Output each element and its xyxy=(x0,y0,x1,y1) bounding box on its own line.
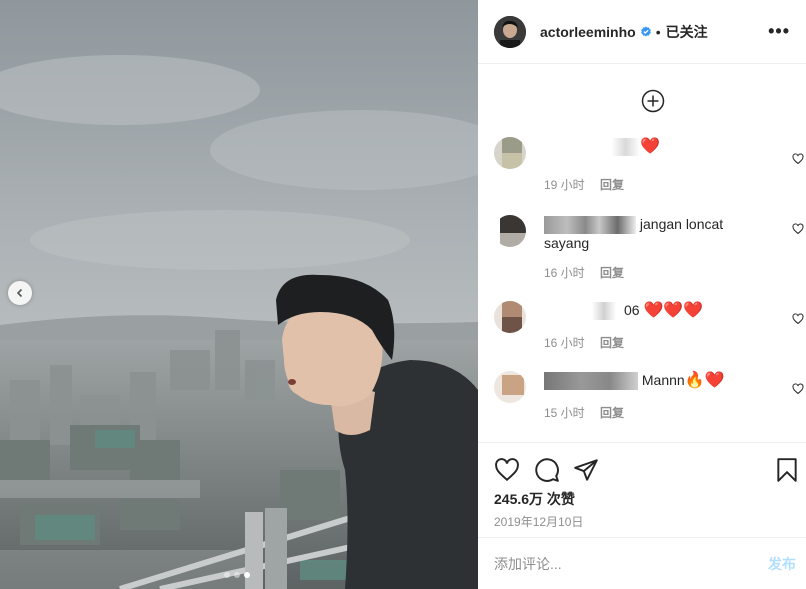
commenter-avatar[interactable] xyxy=(494,137,526,169)
comments-list: ❤️ 19 小时 回复 jangan loncat sayang 16 小时 回… xyxy=(478,65,806,442)
comment-like-icon[interactable] xyxy=(792,383,804,395)
verified-icon xyxy=(640,26,652,38)
comment-emoji: 🔥❤️ xyxy=(684,372,725,389)
commenter-avatar[interactable] xyxy=(494,301,526,333)
add-comment-bar: 发布 xyxy=(478,537,806,589)
carousel-prev-button[interactable] xyxy=(8,281,32,305)
comment-input[interactable] xyxy=(494,555,768,572)
comment-item: jangan loncat sayang 16 小时 回复 xyxy=(494,215,804,295)
commenter-avatar[interactable] xyxy=(494,215,526,247)
comment-text: Mannn🔥❤️ xyxy=(544,371,764,391)
comment-like-icon[interactable] xyxy=(792,313,804,325)
post-photo[interactable] xyxy=(0,0,478,589)
comment-time: 15 小时 xyxy=(544,406,585,420)
carousel-indicator xyxy=(224,572,250,578)
comment-meta: 16 小时 回复 xyxy=(544,264,636,281)
comment-body-text: Mannn xyxy=(641,372,685,388)
comment-meta: 15 小时 回复 xyxy=(544,404,636,421)
reply-button[interactable]: 回复 xyxy=(600,266,624,280)
redacted-username xyxy=(544,372,638,391)
comment-body-text-line2: sayang xyxy=(544,235,590,252)
photo-image xyxy=(0,0,478,589)
comment-text: jangan loncat sayang xyxy=(544,215,764,252)
chevron-left-icon xyxy=(16,288,23,298)
comment-item: Mannn🔥❤️ 15 小时 回复 xyxy=(494,371,804,431)
comment-item: 06 ❤️❤️❤️ 16 小时 回复 xyxy=(494,301,804,361)
redacted-username xyxy=(544,216,636,235)
post-comment-button[interactable]: 发布 xyxy=(768,554,796,574)
comment-text: ❤️ xyxy=(544,137,764,157)
comment-time: 16 小时 xyxy=(544,266,585,280)
comment-time: 19 小时 xyxy=(544,178,585,192)
carousel-dot-active xyxy=(244,572,250,578)
comment-item: ❤️ 19 小时 回复 xyxy=(494,137,804,197)
reply-button[interactable]: 回复 xyxy=(600,406,624,420)
author-username[interactable]: actorleeminho xyxy=(540,24,636,40)
commenter-avatar[interactable] xyxy=(494,371,526,403)
comment-text: 06 ❤️❤️❤️ xyxy=(544,301,764,321)
author-avatar[interactable] xyxy=(494,15,526,48)
comment-time: 16 小时 xyxy=(544,336,585,350)
post-actions: 245.6万 次赞 2019年12月10日 xyxy=(478,442,806,538)
more-options-icon[interactable]: ••• xyxy=(768,21,790,42)
follow-status-button[interactable]: 已关注 xyxy=(666,22,708,42)
post-date: 2019年12月10日 xyxy=(494,515,584,529)
comment-meta: 19 小时 回复 xyxy=(544,176,636,193)
redacted-username xyxy=(544,302,624,321)
carousel-dot xyxy=(234,572,240,578)
comment-emoji: ❤️❤️❤️ xyxy=(643,302,704,319)
carousel-dot xyxy=(224,572,230,578)
header-separator: • xyxy=(655,23,661,40)
comment-meta: 16 小时 回复 xyxy=(544,334,636,351)
share-icon[interactable] xyxy=(573,457,599,483)
load-more-icon[interactable] xyxy=(641,89,665,113)
comment-like-icon[interactable] xyxy=(792,153,804,165)
comment-icon[interactable] xyxy=(534,457,560,483)
post-header: actorleeminho • 已关注 ••• xyxy=(478,0,806,64)
reply-button[interactable]: 回复 xyxy=(600,336,624,350)
comment-like-icon[interactable] xyxy=(792,223,804,235)
reply-button[interactable]: 回复 xyxy=(600,178,624,192)
comment-body-text: jangan loncat xyxy=(639,216,724,232)
heart-icon[interactable] xyxy=(494,457,520,483)
bookmark-icon[interactable] xyxy=(774,457,800,483)
post-panel: actorleeminho • 已关注 ••• ❤️ 19 小时 回复 jang… xyxy=(478,0,806,589)
redacted-username xyxy=(544,138,640,157)
comment-body-text: 06 xyxy=(624,302,640,318)
likes-count[interactable]: 245.6万 次赞 xyxy=(494,489,575,509)
comment-emoji: ❤️ xyxy=(640,138,660,155)
